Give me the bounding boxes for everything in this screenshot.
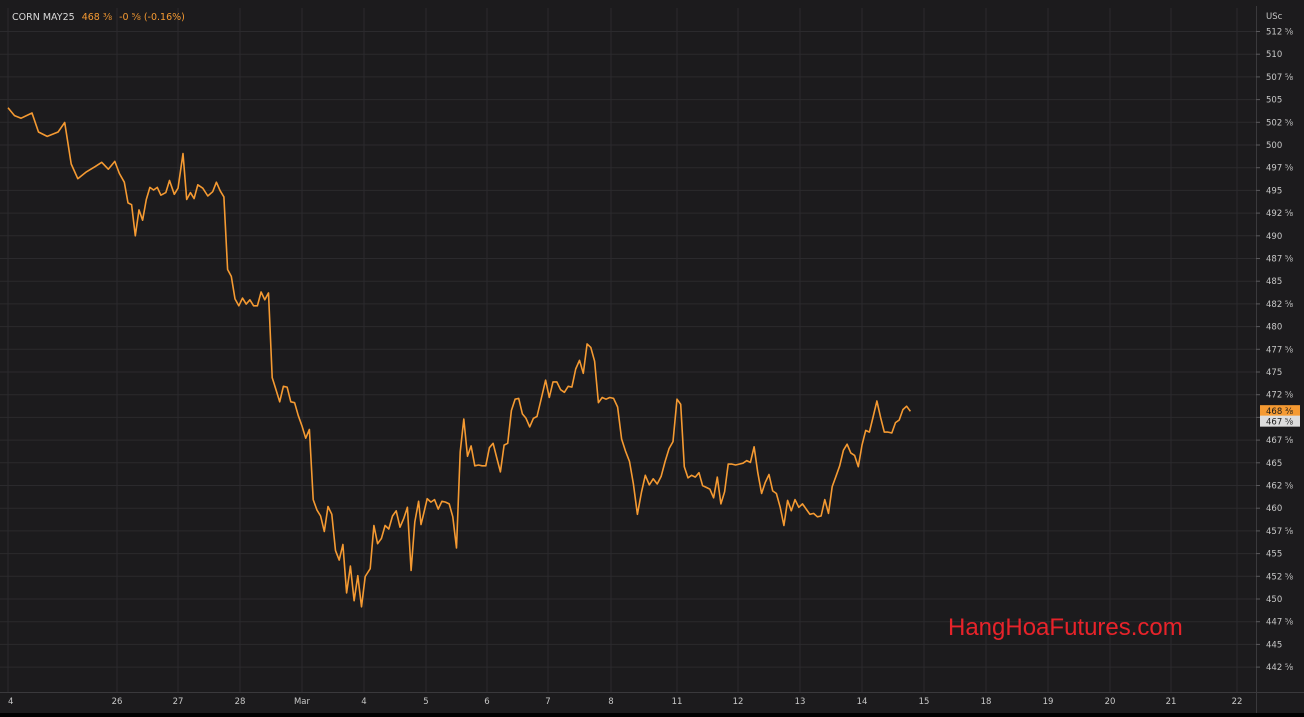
- x-tick-label: 13: [795, 697, 806, 707]
- x-tick-label: 18: [981, 697, 992, 707]
- y-tick-label: 505: [1266, 96, 1282, 106]
- y-tick-label: 465: [1266, 459, 1282, 469]
- y-tick-label: 485: [1266, 277, 1282, 287]
- instrument-header: CORN MAY25 468 ⅜ -0 ⅝ (-0.16%): [12, 12, 185, 23]
- y-tick-label: 452 ⅝: [1266, 572, 1293, 582]
- watermark: HangHoaFutures.com: [948, 614, 1183, 641]
- y-tick-label: 450: [1266, 595, 1282, 605]
- x-tick-label: 4: [8, 697, 13, 707]
- axes: 512 ⅝ 510 507 ⅝ 505 502 ⅝ 500 497 ⅝ 495 492 ⅝ 490…: [0, 6, 1304, 713]
- y-tick-label: 510: [1266, 50, 1282, 60]
- price-change: -0 ⅝ (-0.16%): [119, 12, 185, 23]
- x-tick-label: 20: [1105, 697, 1116, 707]
- y-tick-label: 462 ⅝: [1266, 482, 1293, 492]
- instrument-symbol: CORN MAY25: [12, 12, 75, 23]
- y-tick-label: 512 ⅝: [1266, 28, 1293, 38]
- x-tick-label: 8: [608, 697, 613, 707]
- x-tick-label: 4: [361, 697, 366, 707]
- y-tick-label: 442 ⅝: [1266, 663, 1293, 673]
- y-tick-label: 457 ⅝: [1266, 527, 1293, 537]
- y-tick-label: 497 ⅝: [1266, 164, 1293, 174]
- chart-svg: 512 ⅝ 510 507 ⅝ 505 502 ⅝ 500 497 ⅝ 495 492 ⅝ 490…: [0, 6, 1304, 713]
- y-tick-label: 480: [1266, 323, 1282, 333]
- y-tick-label: 487 ⅝: [1266, 255, 1293, 265]
- x-tick-label: 21: [1166, 697, 1177, 707]
- price-unit: USc: [1266, 12, 1283, 22]
- x-tick-label: 6: [484, 697, 489, 707]
- x-tick-label: 11: [672, 697, 683, 707]
- y-tick-label: 495: [1266, 186, 1282, 196]
- y-tick-label: 500: [1266, 141, 1282, 151]
- y-tick-label: 447 ⅝: [1266, 618, 1293, 628]
- x-tick-label: 27: [173, 697, 184, 707]
- y-tick-label: 507 ⅝: [1266, 73, 1293, 83]
- x-tick-label: 28: [235, 697, 246, 707]
- x-tick-label: 14: [857, 697, 868, 707]
- x-tick-label: 26: [112, 697, 123, 707]
- x-tick-label: 22: [1232, 697, 1243, 707]
- y-tick-label: 502 ⅝: [1266, 118, 1293, 128]
- grid: [0, 8, 1256, 692]
- y-tick-label: 482 ⅝: [1266, 300, 1293, 310]
- y-tick-label: 475: [1266, 368, 1282, 378]
- chart: 512 ⅝ 510 507 ⅝ 505 502 ⅝ 500 497 ⅝ 495 492 ⅝ 490…: [0, 0, 1304, 713]
- x-tick-label: 7: [545, 697, 550, 707]
- x-tick-label: 19: [1043, 697, 1054, 707]
- y-tick-label: 472 ⅝: [1266, 391, 1293, 401]
- plot-area: [7, 107, 912, 608]
- x-tick-label: 15: [919, 697, 930, 707]
- y-tick-label: 490: [1266, 232, 1282, 242]
- y-tick-label: 460: [1266, 504, 1282, 514]
- x-tick-label: 5: [423, 697, 428, 707]
- y-tick-label: 455: [1266, 550, 1282, 560]
- last-price: 468 ⅜: [81, 12, 113, 23]
- y-tick-label: 445: [1266, 640, 1282, 650]
- y-tick-label: 492 ⅝: [1266, 209, 1293, 219]
- prev-price-tag-label: 467 ⅝: [1266, 418, 1293, 428]
- price-series-line: [7, 107, 912, 608]
- y-tick-label: 467 ⅝: [1266, 436, 1293, 446]
- x-tick-label: Mar: [294, 697, 311, 707]
- y-tick-label: 477 ⅝: [1266, 345, 1293, 355]
- x-tick-label: 12: [733, 697, 744, 707]
